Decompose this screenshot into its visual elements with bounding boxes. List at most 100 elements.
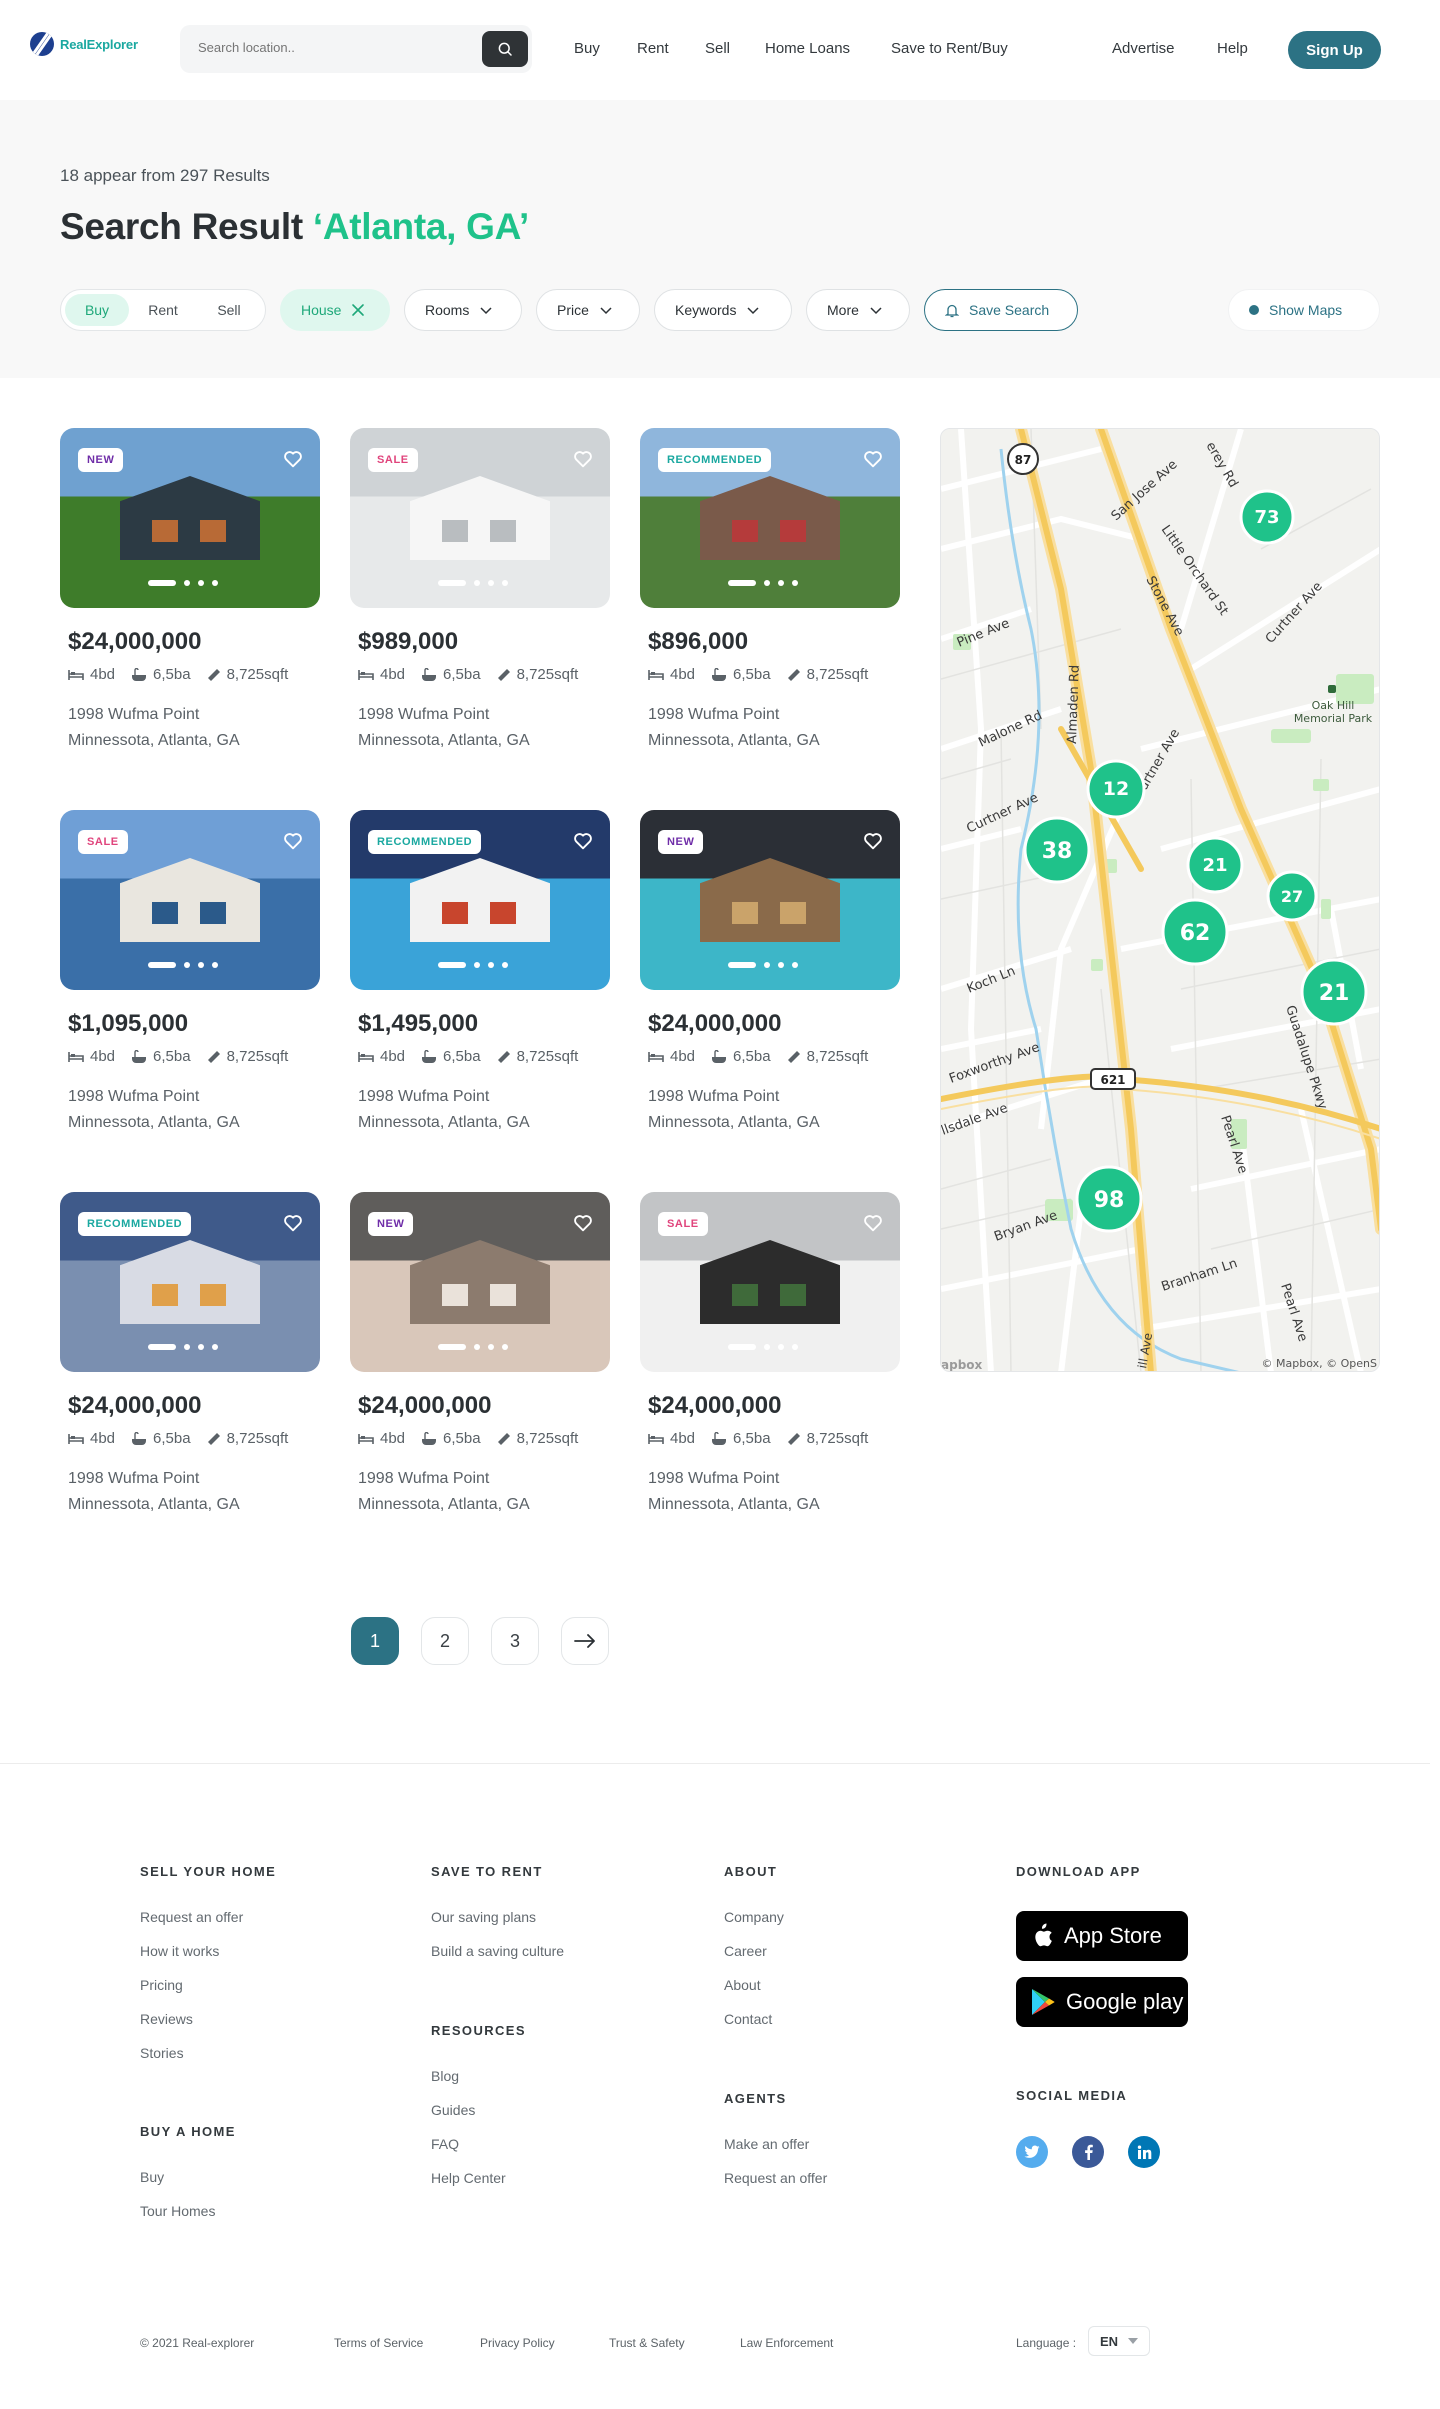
heart-icon[interactable] — [282, 448, 304, 470]
carousel-dots[interactable] — [438, 1344, 508, 1350]
footer-link-law-enforcement[interactable]: Law Enforcement — [740, 2336, 833, 2350]
page-button-3[interactable]: 3 — [491, 1617, 539, 1665]
google-play-button[interactable]: Google play — [1016, 1977, 1188, 2027]
search-input[interactable] — [198, 40, 468, 55]
footer-link[interactable]: Reviews — [140, 2011, 193, 2027]
rooms-dropdown[interactable]: Rooms — [404, 289, 522, 331]
footer-link[interactable]: Stories — [140, 2045, 184, 2061]
search-button[interactable] — [482, 31, 528, 67]
listing-photo[interactable]: NEW — [350, 1192, 610, 1372]
carousel-dots[interactable] — [438, 580, 508, 586]
listing-card[interactable]: NEW $24,000,000 4bd 6,5ba 8,725sqft 1998 Wufm… — [350, 1192, 610, 1532]
footer-link-trust-safety[interactable]: Trust & Safety — [609, 2336, 685, 2350]
linkedin-icon[interactable] — [1128, 2136, 1160, 2168]
carousel-dots[interactable] — [728, 1344, 798, 1350]
segment-sell[interactable]: Sell — [197, 294, 261, 326]
heart-icon[interactable] — [862, 448, 884, 470]
show-maps-toggle[interactable]: Show Maps — [1228, 289, 1380, 331]
heart-icon[interactable] — [572, 830, 594, 852]
listing-photo[interactable]: RECOMMENDED — [350, 810, 610, 990]
map-cluster-marker[interactable]: 27 — [1266, 870, 1318, 922]
footer-link-terms[interactable]: Terms of Service — [334, 2336, 423, 2350]
map-cluster-marker[interactable]: 73 — [1239, 489, 1295, 545]
nav-save-to-rent-buy[interactable]: Save to Rent/Buy — [891, 40, 1008, 57]
nav-sell[interactable]: Sell — [705, 40, 730, 57]
listing-card[interactable]: RECOMMENDED $24,000,000 4bd 6,5ba 8,725sqft 1… — [60, 1192, 320, 1532]
footer-link[interactable]: Our saving plans — [431, 1909, 536, 1925]
carousel-dots[interactable] — [728, 580, 798, 586]
listing-card[interactable]: SALE $24,000,000 4bd 6,5ba 8,725sqft 1998 Wuf… — [640, 1192, 900, 1532]
map-cluster-marker[interactable]: 98 — [1075, 1165, 1143, 1233]
carousel-dots[interactable] — [148, 962, 218, 968]
results-map[interactable]: San Jose Ave Little Orchard St Stone Ave… — [940, 428, 1380, 1372]
footer-link[interactable]: Pricing — [140, 1977, 183, 1993]
listing-card[interactable]: RECOMMENDED $896,000 4bd 6,5ba 8,725sqft 1998… — [640, 428, 900, 768]
language-select[interactable]: EN — [1088, 2326, 1150, 2356]
footer-link[interactable]: Help Center — [431, 2170, 506, 2186]
carousel-dots[interactable] — [438, 962, 508, 968]
footer-link[interactable]: Tour Homes — [140, 2203, 215, 2219]
listing-card[interactable]: NEW $24,000,000 4bd 6,5ba 8,725sqft 1998 Wufm… — [60, 428, 320, 768]
carousel-dots[interactable] — [148, 1344, 218, 1350]
map-cluster-marker[interactable]: 21 — [1300, 958, 1368, 1026]
footer-link[interactable]: Career — [724, 1943, 767, 1959]
listing-photo[interactable]: RECOMMENDED — [640, 428, 900, 608]
close-icon[interactable] — [351, 303, 365, 317]
listing-photo[interactable]: SALE — [350, 428, 610, 608]
heart-icon[interactable] — [282, 830, 304, 852]
listing-card[interactable]: RECOMMENDED $1,495,000 4bd 6,5ba 8,725sqft 19… — [350, 810, 610, 1150]
facebook-icon[interactable] — [1072, 2136, 1104, 2168]
nav-home-loans[interactable]: Home Loans — [765, 40, 850, 57]
segment-buy[interactable]: Buy — [65, 294, 129, 326]
heart-icon[interactable] — [572, 1212, 594, 1234]
footer-link[interactable]: Company — [724, 1909, 784, 1925]
save-search-button[interactable]: Save Search — [924, 289, 1078, 331]
map-cluster-marker[interactable]: 38 — [1023, 816, 1091, 884]
nav-rent[interactable]: Rent — [637, 40, 669, 57]
brand-logo[interactable]: RealExplorer — [30, 32, 138, 56]
footer-link[interactable]: Build a saving culture — [431, 1943, 564, 1959]
heart-icon[interactable] — [862, 1212, 884, 1234]
twitter-icon[interactable] — [1016, 2136, 1048, 2168]
carousel-dots[interactable] — [728, 962, 798, 968]
listing-photo[interactable]: SALE — [640, 1192, 900, 1372]
listing-card[interactable]: NEW $24,000,000 4bd 6,5ba 8,725sqft 1998 Wufm… — [640, 810, 900, 1150]
footer-link[interactable]: Blog — [431, 2068, 459, 2084]
footer-link[interactable]: FAQ — [431, 2136, 459, 2152]
next-page-button[interactable] — [561, 1617, 609, 1665]
footer-link[interactable]: Request an offer — [140, 1909, 243, 1925]
listing-photo[interactable]: RECOMMENDED — [60, 1192, 320, 1372]
map-cluster-marker[interactable]: 12 — [1086, 759, 1146, 819]
listing-card[interactable]: SALE $1,095,000 4bd 6,5ba 8,725sqft 1998 Wufm… — [60, 810, 320, 1150]
sign-up-button[interactable]: Sign Up — [1288, 31, 1381, 69]
heart-icon[interactable] — [572, 448, 594, 470]
footer-link-privacy[interactable]: Privacy Policy — [480, 2336, 555, 2350]
listing-photo[interactable]: SALE — [60, 810, 320, 990]
listing-photo[interactable]: NEW — [60, 428, 320, 608]
footer-link[interactable]: Make an offer — [724, 2136, 809, 2152]
carousel-dots[interactable] — [148, 580, 218, 586]
footer-link[interactable]: Contact — [724, 2011, 772, 2027]
footer-link[interactable]: Buy — [140, 2169, 164, 2185]
more-dropdown[interactable]: More — [806, 289, 910, 331]
listing-photo[interactable]: NEW — [640, 810, 900, 990]
house-filter-chip[interactable]: House — [280, 289, 390, 331]
footer-link[interactable]: Request an offer — [724, 2170, 827, 2186]
footer-link[interactable]: How it works — [140, 1943, 219, 1959]
page-button-1[interactable]: 1 — [351, 1617, 399, 1665]
nav-advertise[interactable]: Advertise — [1112, 40, 1175, 57]
map-cluster-marker[interactable]: 62 — [1161, 898, 1229, 966]
footer-link[interactable]: Guides — [431, 2102, 475, 2118]
heart-icon[interactable] — [862, 830, 884, 852]
price-dropdown[interactable]: Price — [536, 289, 640, 331]
app-store-button[interactable]: App Store — [1016, 1911, 1188, 1961]
heart-icon[interactable] — [282, 1212, 304, 1234]
nav-buy[interactable]: Buy — [574, 40, 600, 57]
keywords-dropdown[interactable]: Keywords — [654, 289, 792, 331]
footer-link[interactable]: About — [724, 1977, 761, 1993]
map-cluster-marker[interactable]: 21 — [1186, 836, 1244, 894]
listing-card[interactable]: SALE $989,000 4bd 6,5ba 8,725sqft 1998 Wufma … — [350, 428, 610, 768]
nav-help[interactable]: Help — [1217, 40, 1248, 57]
segment-rent[interactable]: Rent — [131, 294, 195, 326]
page-button-2[interactable]: 2 — [421, 1617, 469, 1665]
